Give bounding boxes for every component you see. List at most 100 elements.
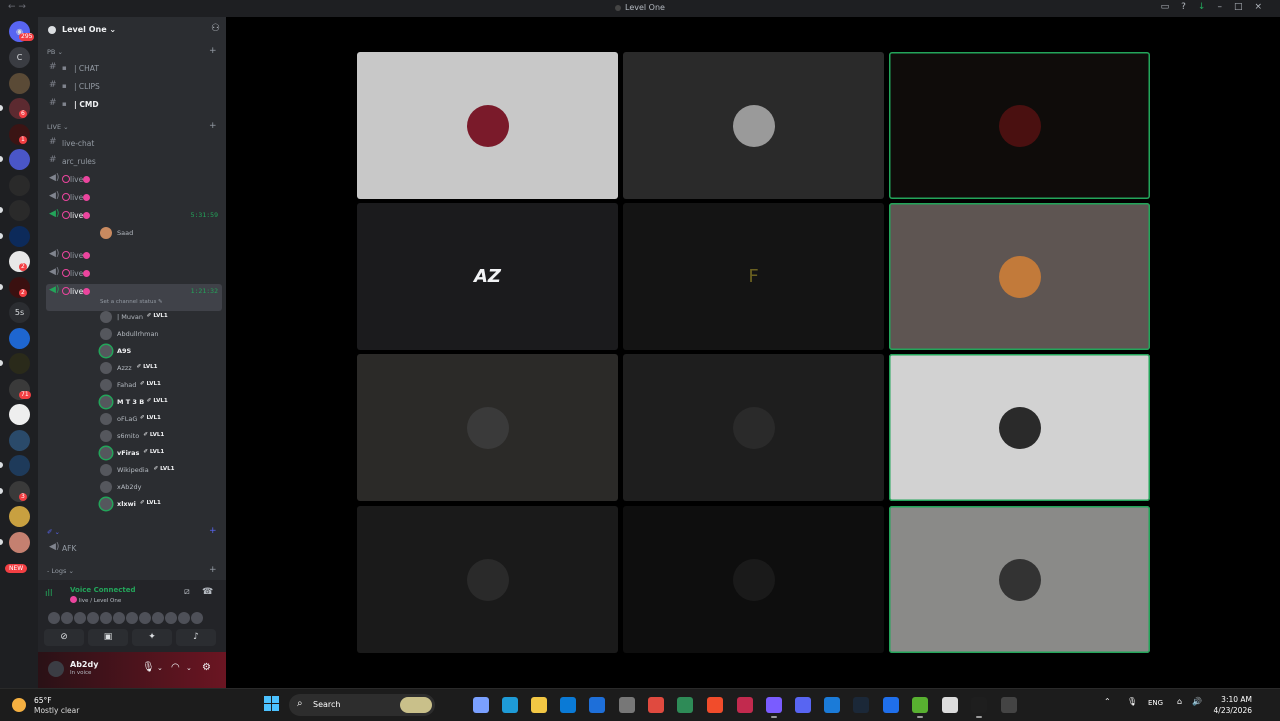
taskbar-app-icon[interactable] [619,697,635,713]
category-unnamed[interactable]: ✐ ⌄ + [47,526,217,536]
server-icon-17[interactable] [9,455,30,476]
video-tile[interactable] [623,506,884,653]
server-icon-15[interactable] [9,404,30,425]
video-tile[interactable]: F [623,203,884,350]
headphones-icon[interactable]: ◠ [171,662,180,673]
server-icon-2[interactable] [9,72,30,94]
voice-channel[interactable]: live / Level One [70,596,121,604]
taskbar-app-icon[interactable] [766,697,782,718]
text-channel[interactable]: # | CMD ▪ [46,97,222,112]
taskbar-app-icon[interactable] [942,697,958,713]
activities-button[interactable]: ✦ [132,629,172,646]
taskbar-app-icon[interactable] [912,697,928,718]
signal-icon[interactable]: ıll [45,589,53,599]
invite-icon[interactable]: ⚇ [211,23,220,34]
video-tile[interactable] [357,52,618,199]
taskbar-app-icon[interactable] [589,697,605,713]
disconnect-icon[interactable]: ☎ [202,587,213,597]
channel-status[interactable]: Set a channel status ✎ [100,299,163,305]
add-channel-icon[interactable]: + [209,565,217,575]
server-icon-5[interactable] [9,149,30,170]
inbox-icon[interactable]: ▭ [1161,2,1182,12]
maximize-button[interactable]: □ [1234,2,1255,12]
speaker-icon: ◀) [49,267,60,277]
server-icon-8[interactable] [9,225,30,247]
video-tile[interactable] [889,52,1150,199]
user-avatar[interactable] [48,661,64,677]
minimize-button[interactable]: – [1217,2,1234,12]
noise-suppression-icon[interactable]: ⧄ [184,587,190,597]
taskbar-app-icon[interactable] [853,697,869,713]
chevron-down-icon[interactable]: ⌄ [157,664,163,672]
taskbar-app-icon[interactable] [737,697,753,713]
category-logs[interactable]: - Logs ⌄ + [47,565,217,575]
mic-tray-icon[interactable]: 🎙 [1127,697,1137,706]
video-tile[interactable] [623,52,884,199]
taskbar-app-icon[interactable] [824,697,840,713]
download-icon[interactable]: ↓ [1198,2,1218,12]
screen-share-button[interactable]: ▣ [88,629,128,646]
settings-icon[interactable]: ⚙ [202,662,211,673]
taskbar-app-icon[interactable] [677,697,693,713]
server-icon-1[interactable]: C [9,47,30,68]
voice-channel[interactable]: ◀) AFK [46,541,222,556]
video-tile[interactable] [889,354,1150,501]
text-channel[interactable]: # | CHAT ▪ [46,61,222,76]
taskbar-app-icon[interactable] [795,697,811,713]
voice-status[interactable]: Voice Connected [70,586,136,594]
taskbar-app-icon[interactable] [502,697,518,713]
category-pb[interactable]: PB ⌄ + [47,46,217,56]
server-icon-7[interactable] [9,200,30,221]
taskbar-app-icon[interactable] [531,697,547,713]
server-icon-19[interactable] [9,506,30,527]
server-icon-12[interactable] [9,327,30,349]
server-icon-11[interactable]: 5s [9,302,30,323]
voice-channel[interactable]: ◀) live [46,266,222,281]
category-live[interactable]: LIVE ⌄ + [47,121,217,131]
video-tile[interactable] [623,354,884,501]
help-icon[interactable]: ? [1181,2,1198,12]
add-channel-icon[interactable]: + [209,121,217,131]
soundboard-button[interactable]: ♪ [176,629,216,646]
voice-channel[interactable]: ◀) live [46,190,222,205]
add-channel-icon[interactable]: + [209,46,217,56]
chevron-down-icon[interactable]: ⌄ [186,664,192,672]
video-tile[interactable] [357,354,618,501]
server-icon-20[interactable] [9,531,30,553]
mic-icon[interactable]: 🎙 [142,662,155,673]
video-tile[interactable] [357,506,618,653]
video-tile[interactable]: AZ [357,203,618,350]
add-channel-icon[interactable]: + [209,526,217,536]
server-icon-6[interactable] [9,174,30,196]
camera-off-button[interactable]: ⊘ [44,629,84,646]
text-channel[interactable]: # arc_rules [46,154,222,169]
volume-icon[interactable]: 🔊 [1192,697,1202,706]
taskbar-app-icon[interactable] [1001,697,1017,713]
taskbar-app-icon[interactable] [648,697,664,713]
taskbar-app-icon[interactable] [560,697,576,713]
voice-channel[interactable]: ◀) live 1:21:32 [46,284,222,311]
taskbar-app-icon[interactable] [971,697,987,718]
tray-chevron-icon[interactable]: ⌃ [1104,697,1111,706]
voice-channel[interactable]: ◀) live [46,248,222,263]
start-button[interactable] [264,696,280,712]
clock[interactable]: 3:10 AM 4/23/2026 [1214,694,1252,716]
video-tile[interactable] [889,203,1150,350]
server-badge: 71 [19,390,31,399]
taskbar-app-icon[interactable] [473,697,489,713]
server-icon-13[interactable] [9,353,30,374]
text-channel[interactable]: # | CLIPS ▪ [46,79,222,94]
language-indicator[interactable]: ENG [1148,699,1163,707]
taskbar-app-icon[interactable] [400,697,432,713]
taskbar-app-icon[interactable] [883,697,899,713]
taskbar-app-icon[interactable] [707,697,723,713]
network-icon[interactable]: ⌂ [1177,697,1182,706]
voice-channel[interactable]: ◀) live 5:31:59 [46,208,222,223]
text-channel[interactable]: # live-chat [46,136,222,151]
guild-header[interactable]: Level One ⌄ ⚇ [38,17,226,43]
voice-channel[interactable]: ◀) live [46,172,222,187]
server-icon-16[interactable] [9,429,30,451]
close-button[interactable]: × [1254,2,1274,12]
username[interactable]: Ab2dy [70,660,98,669]
video-tile[interactable] [889,506,1150,653]
